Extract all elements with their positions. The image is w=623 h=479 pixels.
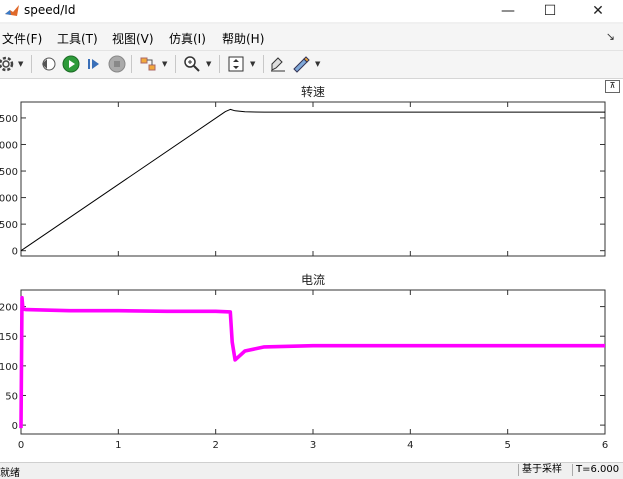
status-ready: 就绪 [0, 468, 20, 479]
minimize-button[interactable]: — [486, 0, 530, 22]
menu-bar: 文件(F) 工具(T) 视图(V) 仿真(I) 帮助(H) ↘ [0, 24, 623, 51]
signal-selector-icon[interactable] [138, 54, 158, 74]
status-sample-mode: 基于采样 [518, 464, 565, 476]
autoscale-icon[interactable] [226, 54, 246, 74]
scope-charts: 转速05001000150020002500电流0501001502000123… [0, 84, 608, 451]
style-dropdown-icon[interactable]: ▼ [315, 60, 320, 68]
y-tick-label-0: 500 [0, 220, 18, 231]
toolbar: ▼ ▼ ▼ ▼ ▼ [0, 51, 623, 79]
dock-icon[interactable]: ↘ [606, 30, 615, 43]
y-tick-label-0: 2000 [0, 140, 18, 151]
toolbar-separator [175, 55, 176, 73]
toolbar-separator [263, 55, 264, 73]
y-tick-label-0: 2500 [0, 114, 18, 125]
y-tick-label-1: 50 [5, 391, 18, 402]
status-bar: 就绪 基于采样 T=6.000 [0, 462, 623, 479]
y-tick-label-0: 0 [12, 247, 18, 258]
close-button[interactable]: ✕ [576, 0, 620, 22]
toolbar-separator [219, 55, 220, 73]
menu-help[interactable]: 帮助(H) [222, 30, 264, 47]
style-icon[interactable] [291, 54, 311, 74]
window-titlebar: speed/Id — ☐ ✕ [0, 0, 623, 22]
y-tick-label-0: 1500 [0, 167, 18, 178]
x-tick-label: 5 [504, 440, 510, 451]
toolbar-separator [131, 55, 132, 73]
status-time: T=6.000 [572, 464, 622, 476]
x-tick-label: 1 [115, 440, 121, 451]
toolbar-separator [31, 55, 32, 73]
stop-icon[interactable] [107, 54, 127, 74]
y-tick-label-1: 200 [0, 303, 18, 314]
y-tick-label-1: 150 [0, 332, 18, 343]
menu-tools[interactable]: 工具(T) [57, 30, 98, 47]
y-tick-label-0: 1000 [0, 194, 18, 205]
run-icon[interactable] [61, 54, 81, 74]
y-tick-label-1: 100 [0, 362, 18, 373]
highlight-icon[interactable] [268, 54, 288, 74]
signal-selector-dropdown-icon[interactable]: ▼ [162, 60, 167, 68]
x-tick-label: 4 [407, 440, 413, 451]
x-tick-label: 0 [18, 440, 24, 451]
step-back-icon[interactable] [38, 54, 58, 74]
menu-file[interactable]: 文件(F) [2, 30, 42, 47]
window-title: speed/Id [24, 3, 76, 17]
settings-dropdown-icon[interactable]: ▼ [18, 60, 23, 68]
y-tick-label-1: 0 [12, 421, 18, 432]
x-tick-label: 3 [310, 440, 316, 451]
menu-simulation[interactable]: 仿真(I) [169, 30, 206, 47]
settings-icon[interactable] [0, 54, 16, 74]
axes-0 [20, 101, 606, 257]
zoom-dropdown-icon[interactable]: ▼ [206, 60, 211, 68]
chart-title-1: 电流 [301, 273, 325, 287]
step-forward-icon[interactable] [84, 54, 104, 74]
zoom-icon[interactable] [182, 54, 202, 74]
matlab-logo-icon [5, 5, 19, 16]
menu-view[interactable]: 视图(V) [112, 30, 154, 47]
x-tick-label: 2 [212, 440, 218, 451]
autoscale-dropdown-icon[interactable]: ▼ [250, 60, 255, 68]
maximize-button[interactable]: ☐ [528, 0, 572, 22]
chart-title-0: 转速 [301, 84, 325, 99]
x-tick-label: 6 [602, 440, 608, 451]
